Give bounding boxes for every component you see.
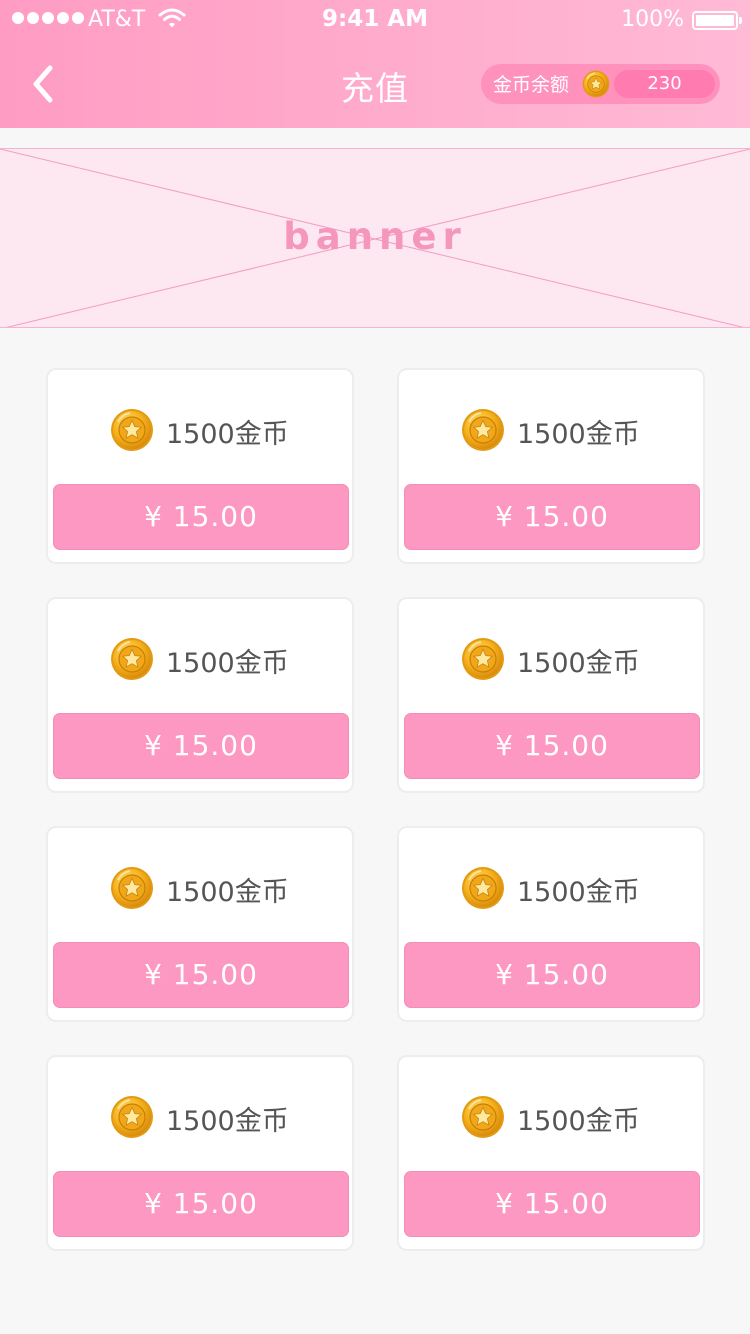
price-button[interactable]: ¥ 15.00 [53,1171,349,1237]
gold-coin-icon [110,866,154,910]
package-card[interactable]: 1500金币 ¥ 15.00 [46,368,354,564]
package-amount: 1500金币 [517,877,640,908]
battery-percent: 100% [621,7,684,32]
package-card[interactable]: 1500金币 ¥ 15.00 [397,368,705,564]
promo-banner[interactable]: banner [0,148,750,328]
gold-coin-icon [461,637,505,681]
package-card[interactable]: 1500金币 ¥ 15.00 [397,826,705,1022]
package-amount: 1500金币 [166,648,289,679]
banner-text: banner [283,215,467,258]
chevron-left-icon [33,65,53,103]
gold-coin-icon [582,70,610,98]
status-bar: AT&T 9:41 AM 100% [0,0,750,40]
gold-coin-icon [110,408,154,452]
battery-icon [692,11,742,30]
price-button[interactable]: ¥ 15.00 [53,942,349,1008]
package-amount: 1500金币 [517,419,640,450]
package-card[interactable]: 1500金币 ¥ 15.00 [397,597,705,793]
price-button[interactable]: ¥ 15.00 [404,1171,700,1237]
price-button[interactable]: ¥ 15.00 [404,713,700,779]
package-amount: 1500金币 [166,419,289,450]
coin-balance: 金币余额 230 [481,64,720,104]
package-card[interactable]: 1500金币 ¥ 15.00 [46,1055,354,1251]
package-amount: 1500金币 [166,1106,289,1137]
header-bar: AT&T 9:41 AM 100% 充值 金币余额 230 [0,0,750,128]
gold-coin-icon [461,866,505,910]
gold-coin-icon [461,1095,505,1139]
package-amount: 1500金币 [166,877,289,908]
price-button[interactable]: ¥ 15.00 [53,713,349,779]
package-amount: 1500金币 [517,1106,640,1137]
gold-coin-icon [461,408,505,452]
package-amount: 1500金币 [517,648,640,679]
gold-coin-icon [110,1095,154,1139]
back-button[interactable] [26,62,66,106]
price-button[interactable]: ¥ 15.00 [53,484,349,550]
package-card[interactable]: 1500金币 ¥ 15.00 [46,597,354,793]
price-button[interactable]: ¥ 15.00 [404,484,700,550]
balance-value: 230 [614,70,715,98]
balance-label: 金币余额 [493,74,570,96]
package-card[interactable]: 1500金币 ¥ 15.00 [397,1055,705,1251]
package-card[interactable]: 1500金币 ¥ 15.00 [46,826,354,1022]
price-button[interactable]: ¥ 15.00 [404,942,700,1008]
gold-coin-icon [110,637,154,681]
